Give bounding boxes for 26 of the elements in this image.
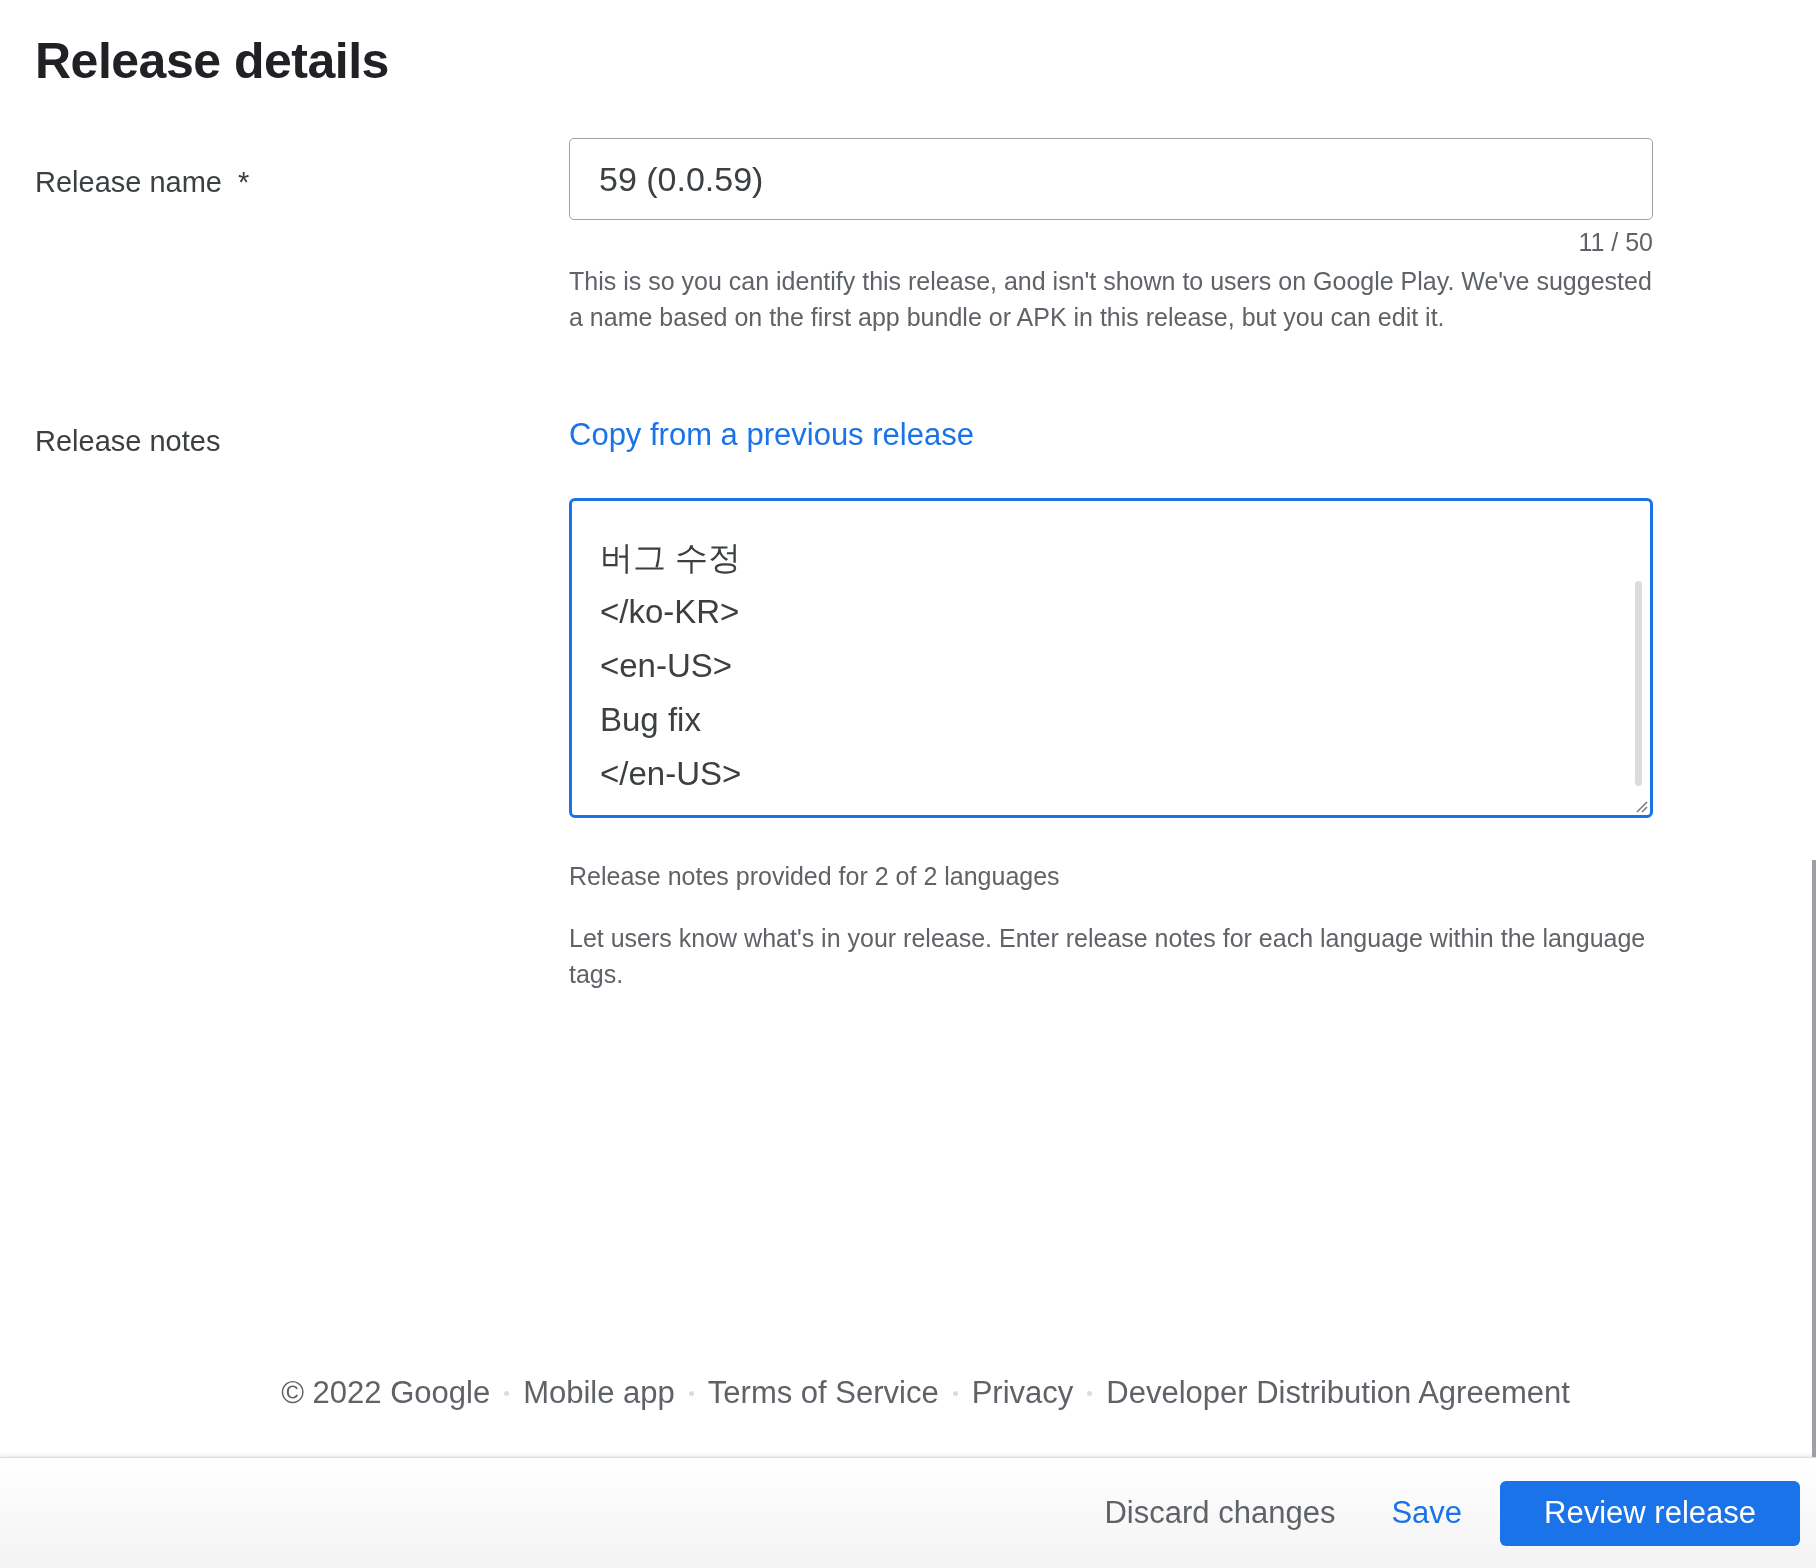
help-text: Let users know what's in your release. Enter release notes for each language within the language tags. — [569, 923, 1647, 990]
status-text: Release notes provided for 2 of 2 languages — [569, 861, 1061, 892]
character-counter: 11 / 50 — [1578, 228, 1653, 257]
separator-dot — [952, 1390, 958, 1396]
field-label: Release name — [35, 166, 222, 200]
help-text: This is so you can identify this release, and isn't shown to users on Google Play. We've suggested a name based on the first app bundle or APK in this release, but you can edit it. — [569, 266, 1653, 333]
footer-link[interactable]: Terms of Service — [707, 1375, 939, 1411]
review-button[interactable]: Review release — [1500, 1480, 1800, 1546]
release-notes-field[interactable]: 버그 수정 </ko-KR> <en-US> Bug fix </en-US> — [569, 498, 1653, 818]
scrollbar-thumb[interactable] — [1635, 581, 1642, 786]
copyright-text: © 2022 Google — [281, 1375, 491, 1411]
footer-link[interactable]: Developer Distribution Agreement — [1106, 1375, 1570, 1411]
footer-link[interactable]: Privacy — [971, 1375, 1074, 1411]
required-mark: * — [238, 166, 250, 200]
footer-link[interactable]: Mobile app — [523, 1375, 675, 1411]
resize-handle-icon[interactable] — [1634, 799, 1648, 813]
copy-release-link[interactable]: Copy from a previous release — [569, 417, 974, 453]
page-title: Release details — [35, 32, 390, 90]
save-button[interactable]: Save — [1373, 1480, 1481, 1546]
separator-dot — [504, 1390, 510, 1396]
separator-dot — [688, 1390, 694, 1396]
page-scrollbar[interactable] — [1812, 860, 1816, 1457]
field-label: Release notes — [35, 425, 221, 459]
separator-dot — [1087, 1390, 1093, 1396]
discard-button[interactable]: Discard changes — [1086, 1480, 1354, 1546]
release-name-field[interactable]: 59 (0.0.59) — [569, 138, 1653, 220]
